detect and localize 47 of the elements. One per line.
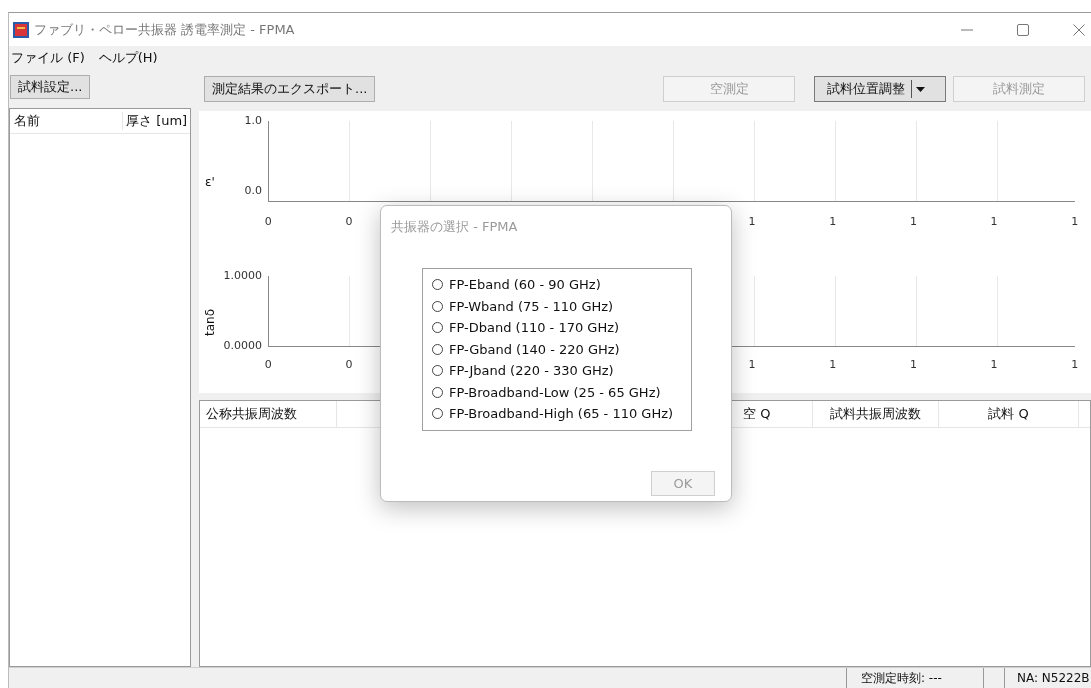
x-tick-label: 1 xyxy=(747,358,757,371)
radio-option[interactable]: FP-Dband (110 - 170 GHz) xyxy=(432,317,691,339)
x-tick-label: 0 xyxy=(344,215,354,228)
status-text: NA: N5222B xyxy=(1004,668,1091,688)
y-axis-label: tanδ xyxy=(202,308,218,338)
x-tick-label: 1 xyxy=(989,358,999,371)
x-tick-label: 1 xyxy=(1070,358,1080,371)
column-header[interactable]: 試料共振周波数 xyxy=(813,401,939,427)
x-tick-label: 1 xyxy=(828,215,838,228)
column-header[interactable]: 空 Q xyxy=(737,401,813,427)
y-tick-label: 0.0000 xyxy=(223,340,262,352)
y-tick-label: 0.0 xyxy=(244,185,262,197)
window-title: ファブリ・ペロー共振器 誘電率測定 - FPMA xyxy=(34,20,295,39)
x-tick-label: 0 xyxy=(263,215,273,228)
status-text: 空測定時刻: --- xyxy=(846,668,983,688)
maximize-icon[interactable] xyxy=(1017,23,1029,36)
y-tick-label: 1.0000 xyxy=(223,270,262,282)
column-header[interactable]: 公称共振周波数 xyxy=(200,401,337,427)
x-tick-label: 1 xyxy=(1070,215,1080,228)
sample-settings-button[interactable]: 試料設定... xyxy=(10,75,91,99)
radio-option[interactable]: FP-Jband (220 - 330 GHz) xyxy=(432,360,691,382)
menu-item[interactable]: ヘルプ(H) xyxy=(98,48,158,67)
y-axis-label: ε' xyxy=(204,173,216,191)
split-button-label[interactable]: 試料位置調整 xyxy=(827,80,905,98)
radio-option[interactable]: FP-Gband (140 - 220 GHz) xyxy=(432,338,691,360)
caret-icon[interactable] xyxy=(916,86,925,92)
x-tick-label: 1 xyxy=(908,215,918,228)
x-tick-label: 1 xyxy=(747,215,757,228)
radio-option[interactable]: FP-Eband (60 - 90 GHz) xyxy=(432,274,691,296)
split-button[interactable]: 試料位置調整 xyxy=(814,76,946,102)
menu-item[interactable]: ファイル (F) xyxy=(11,48,85,67)
x-tick-label: 0 xyxy=(263,358,273,371)
y-tick-label: 1.0 xyxy=(244,115,262,127)
x-tick-label: 1 xyxy=(828,358,838,371)
column-header[interactable]: 試料 Q xyxy=(939,401,1079,427)
dialog-title: 共振器の選択 - FPMA xyxy=(390,218,519,236)
radio-option[interactable]: FP-Broadband-Low (25 - 65 GHz) xyxy=(432,381,691,403)
export-button[interactable]: 測定結果のエクスポート... xyxy=(204,76,376,102)
app-logo-icon xyxy=(13,21,29,38)
x-tick-label: 1 xyxy=(989,215,999,228)
x-tick-label: 0 xyxy=(344,358,354,371)
close-icon[interactable] xyxy=(1073,23,1085,36)
radio-option[interactable]: FP-Broadband-High (65 - 110 GHz) xyxy=(432,403,691,425)
radio-option[interactable]: FP-Wband (75 - 110 GHz) xyxy=(432,295,691,317)
x-tick-label: 1 xyxy=(908,358,918,371)
column-header[interactable]: 厚さ [um] xyxy=(123,112,188,130)
column-header[interactable]: 名前 xyxy=(10,112,123,130)
